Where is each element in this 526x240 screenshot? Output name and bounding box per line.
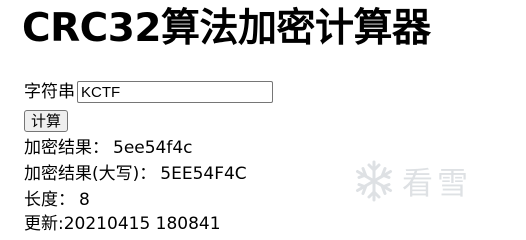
length-label: 长度： bbox=[24, 190, 75, 210]
encrypted-result-label: 加密结果： bbox=[24, 138, 109, 158]
watermark: 看雪 bbox=[352, 158, 472, 203]
string-input[interactable] bbox=[77, 81, 273, 103]
encrypted-upper-result-row: 加密结果(大写)： 5EE54F4C bbox=[24, 162, 247, 186]
updated-label: 更新: bbox=[24, 214, 64, 234]
length-row: 长度： 8 bbox=[24, 188, 90, 212]
string-input-row: 字符串 bbox=[24, 80, 273, 104]
watermark-text: 看雪 bbox=[402, 166, 472, 202]
page-title: CRC32算法加密计算器 bbox=[22, 6, 431, 51]
updated-row: 更新:20210415 180841 bbox=[24, 212, 221, 236]
encrypted-result-row: 加密结果： 5ee54f4c bbox=[24, 136, 193, 160]
snowflake-icon bbox=[352, 159, 396, 203]
calculate-button[interactable]: 计算 bbox=[24, 110, 69, 132]
string-input-label: 字符串 bbox=[24, 82, 75, 102]
encrypted-result-value: 5ee54f4c bbox=[113, 138, 193, 158]
updated-value: 20210415 180841 bbox=[63, 214, 221, 234]
encrypted-upper-result-label: 加密结果(大写)： bbox=[24, 164, 157, 184]
length-value: 8 bbox=[79, 190, 90, 210]
encrypted-upper-result-value: 5EE54F4C bbox=[160, 164, 247, 184]
